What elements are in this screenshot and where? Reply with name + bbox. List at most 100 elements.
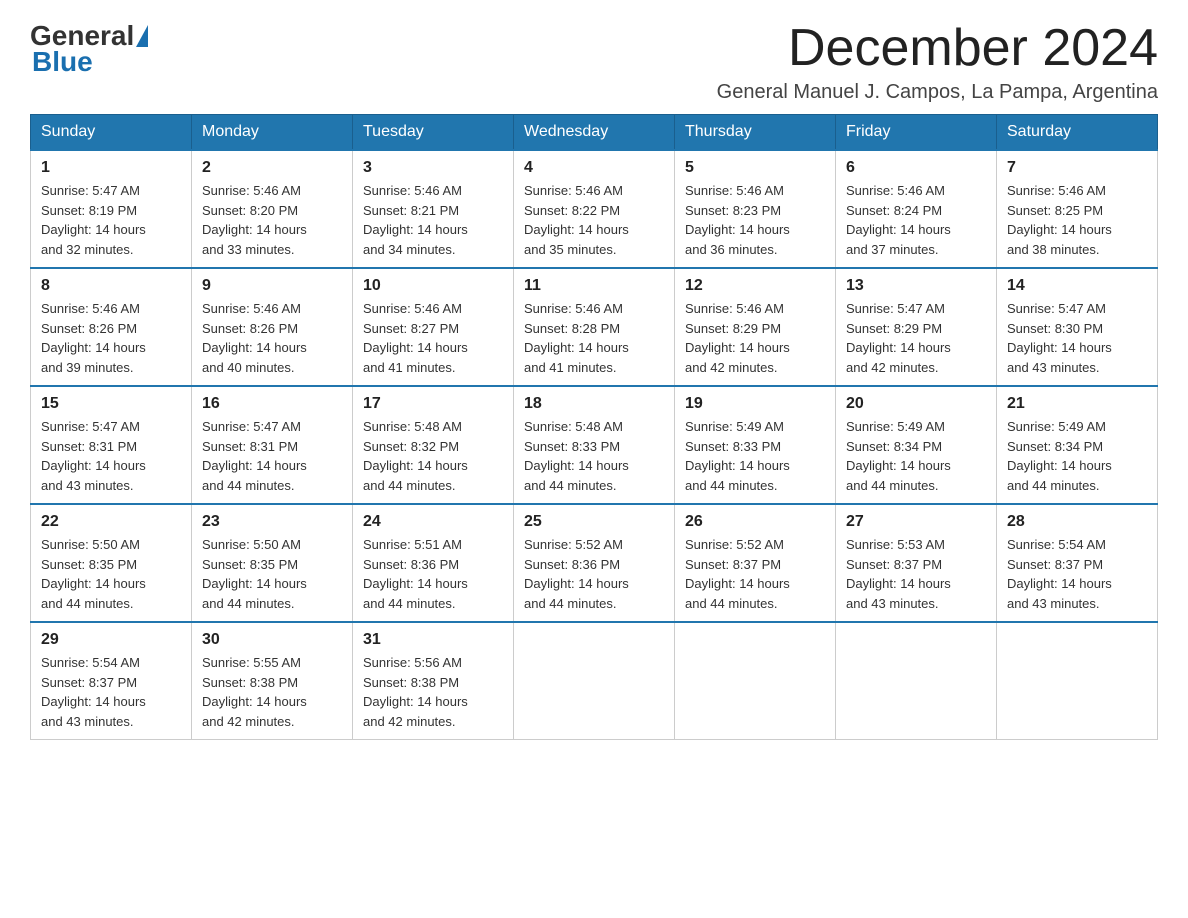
calendar-cell: 9 Sunrise: 5:46 AMSunset: 8:26 PMDayligh…	[192, 268, 353, 386]
day-info: Sunrise: 5:46 AMSunset: 8:25 PMDaylight:…	[1007, 183, 1112, 257]
day-number: 31	[363, 631, 503, 649]
calendar-week-row: 1 Sunrise: 5:47 AMSunset: 8:19 PMDayligh…	[31, 150, 1158, 268]
day-info: Sunrise: 5:51 AMSunset: 8:36 PMDaylight:…	[363, 537, 468, 611]
calendar-cell: 30 Sunrise: 5:55 AMSunset: 8:38 PMDaylig…	[192, 622, 353, 740]
day-info: Sunrise: 5:48 AMSunset: 8:33 PMDaylight:…	[524, 419, 629, 493]
day-info: Sunrise: 5:46 AMSunset: 8:28 PMDaylight:…	[524, 301, 629, 375]
calendar-cell: 14 Sunrise: 5:47 AMSunset: 8:30 PMDaylig…	[997, 268, 1158, 386]
day-number: 30	[202, 631, 342, 649]
calendar-cell	[514, 622, 675, 740]
calendar-week-row: 8 Sunrise: 5:46 AMSunset: 8:26 PMDayligh…	[31, 268, 1158, 386]
month-title: December 2024	[717, 20, 1158, 77]
title-area: December 2024 General Manuel J. Campos, …	[717, 20, 1158, 104]
location-subtitle: General Manuel J. Campos, La Pampa, Arge…	[717, 81, 1158, 104]
calendar-cell: 11 Sunrise: 5:46 AMSunset: 8:28 PMDaylig…	[514, 268, 675, 386]
day-number: 9	[202, 277, 342, 295]
calendar-cell: 2 Sunrise: 5:46 AMSunset: 8:20 PMDayligh…	[192, 150, 353, 268]
calendar-cell: 25 Sunrise: 5:52 AMSunset: 8:36 PMDaylig…	[514, 504, 675, 622]
calendar-cell: 12 Sunrise: 5:46 AMSunset: 8:29 PMDaylig…	[675, 268, 836, 386]
day-info: Sunrise: 5:46 AMSunset: 8:22 PMDaylight:…	[524, 183, 629, 257]
day-number: 3	[363, 159, 503, 177]
calendar-cell: 7 Sunrise: 5:46 AMSunset: 8:25 PMDayligh…	[997, 150, 1158, 268]
calendar-cell: 22 Sunrise: 5:50 AMSunset: 8:35 PMDaylig…	[31, 504, 192, 622]
calendar-week-row: 22 Sunrise: 5:50 AMSunset: 8:35 PMDaylig…	[31, 504, 1158, 622]
logo: General Blue	[30, 20, 150, 78]
calendar-cell	[836, 622, 997, 740]
day-number: 27	[846, 513, 986, 531]
day-number: 20	[846, 395, 986, 413]
day-info: Sunrise: 5:53 AMSunset: 8:37 PMDaylight:…	[846, 537, 951, 611]
calendar-cell: 18 Sunrise: 5:48 AMSunset: 8:33 PMDaylig…	[514, 386, 675, 504]
calendar-cell: 21 Sunrise: 5:49 AMSunset: 8:34 PMDaylig…	[997, 386, 1158, 504]
day-number: 13	[846, 277, 986, 295]
day-info: Sunrise: 5:56 AMSunset: 8:38 PMDaylight:…	[363, 655, 468, 729]
calendar-cell: 16 Sunrise: 5:47 AMSunset: 8:31 PMDaylig…	[192, 386, 353, 504]
calendar-cell: 6 Sunrise: 5:46 AMSunset: 8:24 PMDayligh…	[836, 150, 997, 268]
day-info: Sunrise: 5:47 AMSunset: 8:19 PMDaylight:…	[41, 183, 146, 257]
calendar-cell: 24 Sunrise: 5:51 AMSunset: 8:36 PMDaylig…	[353, 504, 514, 622]
day-header-friday: Friday	[836, 115, 997, 151]
calendar-cell: 27 Sunrise: 5:53 AMSunset: 8:37 PMDaylig…	[836, 504, 997, 622]
calendar-cell: 1 Sunrise: 5:47 AMSunset: 8:19 PMDayligh…	[31, 150, 192, 268]
day-info: Sunrise: 5:46 AMSunset: 8:26 PMDaylight:…	[41, 301, 146, 375]
day-info: Sunrise: 5:46 AMSunset: 8:24 PMDaylight:…	[846, 183, 951, 257]
day-info: Sunrise: 5:46 AMSunset: 8:20 PMDaylight:…	[202, 183, 307, 257]
calendar-cell: 15 Sunrise: 5:47 AMSunset: 8:31 PMDaylig…	[31, 386, 192, 504]
day-number: 18	[524, 395, 664, 413]
day-number: 23	[202, 513, 342, 531]
day-info: Sunrise: 5:52 AMSunset: 8:37 PMDaylight:…	[685, 537, 790, 611]
day-number: 28	[1007, 513, 1147, 531]
calendar-cell: 4 Sunrise: 5:46 AMSunset: 8:22 PMDayligh…	[514, 150, 675, 268]
day-info: Sunrise: 5:49 AMSunset: 8:34 PMDaylight:…	[846, 419, 951, 493]
day-number: 2	[202, 159, 342, 177]
day-number: 19	[685, 395, 825, 413]
logo-blue-text: Blue	[32, 46, 93, 78]
calendar-header-row: SundayMondayTuesdayWednesdayThursdayFrid…	[31, 115, 1158, 151]
day-header-thursday: Thursday	[675, 115, 836, 151]
day-info: Sunrise: 5:50 AMSunset: 8:35 PMDaylight:…	[202, 537, 307, 611]
day-number: 5	[685, 159, 825, 177]
day-info: Sunrise: 5:46 AMSunset: 8:27 PMDaylight:…	[363, 301, 468, 375]
day-number: 24	[363, 513, 503, 531]
day-number: 1	[41, 159, 181, 177]
calendar-cell: 28 Sunrise: 5:54 AMSunset: 8:37 PMDaylig…	[997, 504, 1158, 622]
calendar-cell	[675, 622, 836, 740]
calendar-cell: 8 Sunrise: 5:46 AMSunset: 8:26 PMDayligh…	[31, 268, 192, 386]
calendar-cell: 23 Sunrise: 5:50 AMSunset: 8:35 PMDaylig…	[192, 504, 353, 622]
calendar-cell: 3 Sunrise: 5:46 AMSunset: 8:21 PMDayligh…	[353, 150, 514, 268]
day-info: Sunrise: 5:47 AMSunset: 8:31 PMDaylight:…	[202, 419, 307, 493]
day-info: Sunrise: 5:50 AMSunset: 8:35 PMDaylight:…	[41, 537, 146, 611]
calendar-cell: 20 Sunrise: 5:49 AMSunset: 8:34 PMDaylig…	[836, 386, 997, 504]
day-info: Sunrise: 5:54 AMSunset: 8:37 PMDaylight:…	[1007, 537, 1112, 611]
day-number: 4	[524, 159, 664, 177]
calendar-week-row: 15 Sunrise: 5:47 AMSunset: 8:31 PMDaylig…	[31, 386, 1158, 504]
calendar-cell: 13 Sunrise: 5:47 AMSunset: 8:29 PMDaylig…	[836, 268, 997, 386]
day-number: 12	[685, 277, 825, 295]
calendar-cell: 17 Sunrise: 5:48 AMSunset: 8:32 PMDaylig…	[353, 386, 514, 504]
day-header-saturday: Saturday	[997, 115, 1158, 151]
day-info: Sunrise: 5:55 AMSunset: 8:38 PMDaylight:…	[202, 655, 307, 729]
calendar-cell: 26 Sunrise: 5:52 AMSunset: 8:37 PMDaylig…	[675, 504, 836, 622]
day-number: 16	[202, 395, 342, 413]
day-number: 21	[1007, 395, 1147, 413]
day-info: Sunrise: 5:48 AMSunset: 8:32 PMDaylight:…	[363, 419, 468, 493]
day-number: 10	[363, 277, 503, 295]
calendar-cell: 19 Sunrise: 5:49 AMSunset: 8:33 PMDaylig…	[675, 386, 836, 504]
day-info: Sunrise: 5:46 AMSunset: 8:23 PMDaylight:…	[685, 183, 790, 257]
day-number: 8	[41, 277, 181, 295]
day-header-monday: Monday	[192, 115, 353, 151]
day-number: 25	[524, 513, 664, 531]
day-info: Sunrise: 5:52 AMSunset: 8:36 PMDaylight:…	[524, 537, 629, 611]
day-info: Sunrise: 5:46 AMSunset: 8:21 PMDaylight:…	[363, 183, 468, 257]
calendar-cell: 29 Sunrise: 5:54 AMSunset: 8:37 PMDaylig…	[31, 622, 192, 740]
day-number: 15	[41, 395, 181, 413]
calendar-cell: 5 Sunrise: 5:46 AMSunset: 8:23 PMDayligh…	[675, 150, 836, 268]
day-number: 22	[41, 513, 181, 531]
calendar-cell	[997, 622, 1158, 740]
day-header-wednesday: Wednesday	[514, 115, 675, 151]
day-info: Sunrise: 5:46 AMSunset: 8:26 PMDaylight:…	[202, 301, 307, 375]
day-number: 11	[524, 277, 664, 295]
day-number: 29	[41, 631, 181, 649]
day-info: Sunrise: 5:46 AMSunset: 8:29 PMDaylight:…	[685, 301, 790, 375]
page-header: General Blue December 2024 General Manue…	[30, 20, 1158, 104]
